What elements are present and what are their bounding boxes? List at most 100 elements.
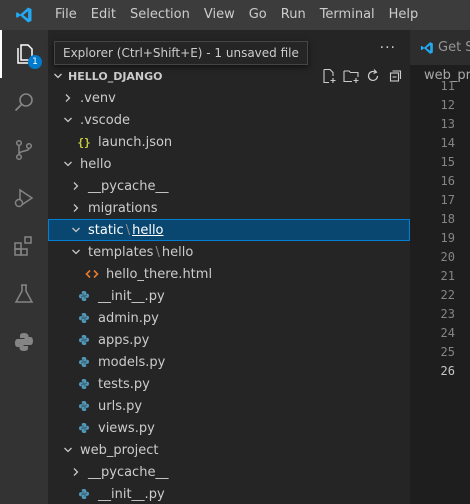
new-file-icon[interactable] xyxy=(318,65,340,87)
line-number: 20 xyxy=(440,250,455,264)
tree-item-label: .venv xyxy=(80,90,116,106)
file-tree: .venv .vscode {} launch.json hello __pycache_… xyxy=(48,87,410,504)
menu-edit[interactable]: Edit xyxy=(84,0,123,30)
folder-item[interactable]: hello xyxy=(48,153,410,175)
file-item[interactable]: models.py xyxy=(48,351,410,373)
folder-item[interactable]: __pycache__ xyxy=(48,175,410,197)
chevron-right-icon xyxy=(60,87,76,109)
tree-item-label: templates xyxy=(88,244,154,260)
file-item[interactable]: __init__.py xyxy=(48,483,410,504)
tree-item-label: __init__.py xyxy=(98,288,165,304)
vscode-logo-icon xyxy=(0,0,48,30)
line-number: 22 xyxy=(440,288,455,302)
python-file-icon xyxy=(76,373,92,395)
tree-item-label: launch.json xyxy=(98,134,173,150)
file-item[interactable]: tests.py xyxy=(48,373,410,395)
activity-python[interactable] xyxy=(0,318,48,366)
line-number: 11 xyxy=(440,79,455,93)
chevron-right-icon xyxy=(68,175,84,197)
menu-run[interactable]: Run xyxy=(274,0,313,30)
python-file-icon xyxy=(76,285,92,307)
line-number-gutter: 11 12 13 14 15 16 17 18 19 20 21 22 23 24 25 26 xyxy=(410,77,455,381)
folder-item[interactable]: web_project xyxy=(48,439,410,461)
activity-run-debug[interactable] xyxy=(0,174,48,222)
line-number: 23 xyxy=(440,307,455,321)
path-separator: \ xyxy=(155,244,160,260)
line-number: 18 xyxy=(440,212,455,226)
tree-item-label: migrations xyxy=(88,200,158,216)
tree-item-label: urls.py xyxy=(98,398,143,414)
file-item[interactable]: views.py xyxy=(48,417,410,439)
path-separator: \ xyxy=(125,222,131,238)
line-number: 14 xyxy=(440,136,455,150)
chevron-down-icon xyxy=(60,153,76,175)
file-item[interactable]: urls.py xyxy=(48,395,410,417)
chevron-down-icon xyxy=(68,241,84,263)
vscode-tab-icon xyxy=(420,41,433,54)
folder-item[interactable]: templates \ hello xyxy=(48,241,410,263)
python-file-icon xyxy=(76,417,92,439)
section-actions xyxy=(318,65,406,87)
line-number: 19 xyxy=(440,231,455,245)
editor-tab-bar: Get S xyxy=(410,30,470,65)
editor-area: Get S web_pr 11 12 13 14 15 16 17 18 19 20 21 22 23 2… xyxy=(410,30,470,504)
menu-view[interactable]: View xyxy=(197,0,242,30)
line-number: 25 xyxy=(440,345,455,359)
explorer-sidebar: ··· HELLO_DJANGO .venv .vscode {} launch.js… xyxy=(48,30,410,504)
python-file-icon xyxy=(76,329,92,351)
folder-item[interactable]: __pycache__ xyxy=(48,461,410,483)
activity-testing[interactable] xyxy=(0,270,48,318)
search-icon xyxy=(14,93,33,112)
folder-item[interactable]: migrations xyxy=(48,197,410,219)
line-number: 13 xyxy=(440,117,455,131)
python-file-icon xyxy=(76,483,92,504)
chevron-down-icon xyxy=(60,109,76,131)
chevron-down-icon xyxy=(68,219,84,241)
editor-tab[interactable]: Get S xyxy=(410,30,470,65)
tree-item-label: tests.py xyxy=(98,376,150,392)
more-actions-icon[interactable]: ··· xyxy=(380,40,396,56)
menu-file[interactable]: File xyxy=(48,0,84,30)
chevron-down-icon xyxy=(60,439,76,461)
file-item[interactable]: admin.py xyxy=(48,307,410,329)
collapse-all-icon[interactable] xyxy=(384,65,406,87)
menu-terminal[interactable]: Terminal xyxy=(313,0,382,30)
tree-item-label: models.py xyxy=(98,354,166,370)
tree-item-label: __pycache__ xyxy=(88,464,169,480)
line-number: 15 xyxy=(440,155,455,169)
python-file-icon xyxy=(76,307,92,329)
menu-selection[interactable]: Selection xyxy=(123,0,197,30)
activity-explorer[interactable]: 1 xyxy=(0,30,48,78)
folder-item[interactable]: static \ hello xyxy=(48,219,410,241)
tree-item-sublabel: hello xyxy=(161,244,194,260)
activity-bar: 1 xyxy=(0,30,48,504)
line-number: 16 xyxy=(440,174,455,188)
activity-source-control[interactable] xyxy=(0,126,48,174)
activity-extensions[interactable] xyxy=(0,222,48,270)
file-item[interactable]: {} launch.json xyxy=(48,131,410,153)
new-folder-icon[interactable] xyxy=(340,65,362,87)
folder-item[interactable]: .venv xyxy=(48,87,410,109)
file-item[interactable]: __init__.py xyxy=(48,285,410,307)
tree-item-label: hello xyxy=(80,156,112,172)
workspace-title: HELLO_DJANGO xyxy=(68,69,163,83)
workspace-section-header[interactable]: HELLO_DJANGO xyxy=(48,65,410,87)
file-item[interactable]: apps.py xyxy=(48,329,410,351)
file-item[interactable]: hello_there.html xyxy=(48,263,410,285)
menu-help[interactable]: Help xyxy=(382,0,426,30)
chevron-right-icon xyxy=(68,461,84,483)
explorer-tooltip: Explorer (Ctrl+Shift+E) - 1 unsaved file xyxy=(54,41,308,65)
tree-item-label: static xyxy=(88,222,124,238)
run-debug-icon xyxy=(14,188,34,208)
html-file-icon xyxy=(84,263,100,285)
menu-bar: File Edit Selection View Go Run Terminal Help xyxy=(48,0,425,30)
activity-search[interactable] xyxy=(0,78,48,126)
title-bar: File Edit Selection View Go Run Terminal Help xyxy=(0,0,470,30)
refresh-icon[interactable] xyxy=(362,65,384,87)
folder-item[interactable]: .vscode xyxy=(48,109,410,131)
menu-go[interactable]: Go xyxy=(242,0,274,30)
tree-item-label: views.py xyxy=(98,420,155,436)
flask-icon xyxy=(14,284,34,303)
svg-text:{}: {} xyxy=(77,136,90,148)
python-file-icon xyxy=(76,351,92,373)
